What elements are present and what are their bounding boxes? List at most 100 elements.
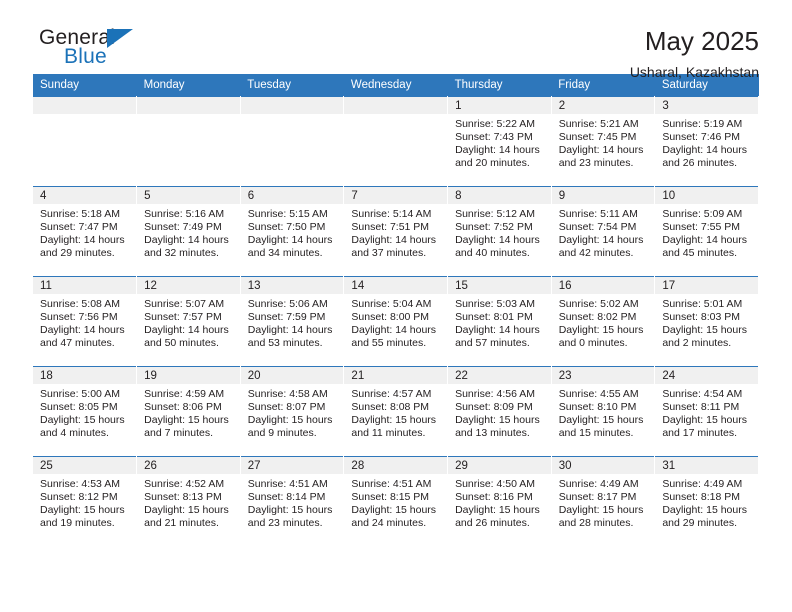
- sunset-text: Sunset: 7:50 PM: [247, 221, 326, 234]
- sunrise-text: Sunrise: 5:12 AM: [455, 208, 536, 220]
- day-cell[interactable]: 28 Sunrise: 4:51 AM Sunset: 8:15 PM Dayl…: [343, 456, 449, 547]
- sunset-text: Sunset: 8:14 PM: [247, 491, 326, 504]
- day-cell[interactable]: 8 Sunrise: 5:12 AM Sunset: 7:52 PM Dayli…: [447, 186, 552, 277]
- day-cell[interactable]: 21 Sunrise: 4:57 AM Sunset: 8:08 PM Dayl…: [343, 366, 449, 457]
- sunset-text: Sunset: 7:54 PM: [558, 221, 637, 234]
- day-cell[interactable]: 16 Sunrise: 5:02 AM Sunset: 8:02 PM Dayl…: [551, 276, 656, 367]
- day-cell[interactable]: [343, 96, 449, 187]
- day-cell[interactable]: 7 Sunrise: 5:14 AM Sunset: 7:51 PM Dayli…: [343, 186, 449, 277]
- day-cell[interactable]: 6 Sunrise: 5:15 AM Sunset: 7:50 PM Dayli…: [240, 186, 345, 277]
- day-cell[interactable]: 5 Sunrise: 5:16 AM Sunset: 7:49 PM Dayli…: [136, 186, 241, 277]
- day-number: 12: [137, 277, 240, 294]
- daylight-text-line2: and 9 minutes.: [247, 427, 317, 440]
- general-blue-logo[interactable]: General Blue: [33, 26, 213, 74]
- day-cell[interactable]: 15 Sunrise: 5:03 AM Sunset: 8:01 PM Dayl…: [447, 276, 552, 367]
- day-details: Sunrise: 5:08 AM Sunset: 7:56 PM Dayligh…: [33, 294, 136, 350]
- day-details: Sunrise: 5:01 AM Sunset: 8:03 PM Dayligh…: [655, 294, 758, 350]
- day-cell[interactable]: 14 Sunrise: 5:04 AM Sunset: 8:00 PM Dayl…: [343, 276, 449, 367]
- daylight-text-line2: and 26 minutes.: [662, 157, 738, 170]
- week-row: 25 Sunrise: 4:53 AM Sunset: 8:12 PM Dayl…: [33, 456, 759, 547]
- day-cell[interactable]: [33, 96, 138, 187]
- day-cell[interactable]: 12 Sunrise: 5:07 AM Sunset: 7:57 PM Dayl…: [136, 276, 241, 367]
- day-cell[interactable]: 26 Sunrise: 4:52 AM Sunset: 8:13 PM Dayl…: [136, 456, 241, 547]
- day-cell[interactable]: 30 Sunrise: 4:49 AM Sunset: 8:17 PM Dayl…: [551, 456, 656, 547]
- daylight-text-line2: and 7 minutes.: [144, 427, 214, 440]
- daylight-text-line2: and 42 minutes.: [558, 247, 634, 260]
- sunset-text: Sunset: 8:10 PM: [558, 401, 637, 414]
- daylight-text-line1: Daylight: 14 hours: [662, 234, 747, 247]
- day-cell[interactable]: 13 Sunrise: 5:06 AM Sunset: 7:59 PM Dayl…: [240, 276, 345, 367]
- day-number: 11: [33, 277, 137, 294]
- day-number: 5: [137, 187, 240, 204]
- sunrise-text: Sunrise: 4:49 AM: [558, 478, 639, 490]
- daylight-text-line1: Daylight: 15 hours: [40, 504, 125, 517]
- sunrise-text: Sunrise: 5:08 AM: [40, 298, 120, 310]
- day-cell[interactable]: 10 Sunrise: 5:09 AM Sunset: 7:55 PM Dayl…: [654, 186, 759, 277]
- sunrise-text: Sunrise: 5:03 AM: [455, 298, 536, 310]
- day-number: 4: [33, 187, 137, 204]
- day-cell[interactable]: 11 Sunrise: 5:08 AM Sunset: 7:56 PM Dayl…: [33, 276, 138, 367]
- daylight-text-line2: and 20 minutes.: [455, 157, 530, 170]
- calendar-page: General Blue May 2025 Usharal, Kazakhsta…: [0, 0, 792, 612]
- day-cell[interactable]: 3 Sunrise: 5:19 AM Sunset: 7:46 PM Dayli…: [654, 96, 759, 187]
- day-cell[interactable]: 20 Sunrise: 4:58 AM Sunset: 8:07 PM Dayl…: [240, 366, 345, 457]
- day-cell[interactable]: 9 Sunrise: 5:11 AM Sunset: 7:54 PM Dayli…: [551, 186, 656, 277]
- day-number: 21: [344, 367, 448, 384]
- day-number: 22: [448, 367, 551, 384]
- day-number: 24: [655, 367, 758, 384]
- page-header: General Blue May 2025 Usharal, Kazakhsta…: [33, 0, 759, 80]
- day-number: 31: [655, 457, 758, 474]
- day-details: Sunrise: 4:54 AM Sunset: 8:11 PM Dayligh…: [655, 384, 758, 440]
- day-cell[interactable]: 18 Sunrise: 5:00 AM Sunset: 8:05 PM Dayl…: [33, 366, 138, 457]
- week-row: 4 Sunrise: 5:18 AM Sunset: 7:47 PM Dayli…: [33, 186, 759, 277]
- daylight-text-line2: and 28 minutes.: [558, 517, 634, 530]
- day-number: 20: [240, 367, 344, 384]
- day-cell[interactable]: 24 Sunrise: 4:54 AM Sunset: 8:11 PM Dayl…: [654, 366, 759, 457]
- day-details: Sunrise: 5:14 AM Sunset: 7:51 PM Dayligh…: [344, 204, 447, 260]
- day-details: Sunrise: 4:58 AM Sunset: 8:07 PM Dayligh…: [241, 384, 344, 440]
- sunrise-text: Sunrise: 4:55 AM: [558, 388, 639, 400]
- day-cell[interactable]: 17 Sunrise: 5:01 AM Sunset: 8:03 PM Dayl…: [654, 276, 759, 367]
- daylight-text-line1: Daylight: 14 hours: [455, 234, 540, 247]
- day-cell[interactable]: 4 Sunrise: 5:18 AM Sunset: 7:47 PM Dayli…: [33, 186, 138, 277]
- day-cell[interactable]: 29 Sunrise: 4:50 AM Sunset: 8:16 PM Dayl…: [447, 456, 552, 547]
- calendar-body: 1 Sunrise: 5:22 AM Sunset: 7:43 PM Dayli…: [33, 96, 759, 547]
- sunrise-text: Sunrise: 5:11 AM: [558, 208, 638, 220]
- sunrise-text: Sunrise: 4:52 AM: [144, 478, 225, 490]
- day-cell[interactable]: [136, 96, 241, 187]
- daylight-text-line1: Daylight: 14 hours: [455, 144, 540, 157]
- day-details: Sunrise: 4:59 AM Sunset: 8:06 PM Dayligh…: [137, 384, 240, 440]
- day-details: Sunrise: 4:52 AM Sunset: 8:13 PM Dayligh…: [137, 474, 240, 530]
- day-number: 3: [655, 97, 758, 114]
- daylight-text-line1: Daylight: 14 hours: [247, 234, 333, 247]
- daylight-text-line1: Daylight: 14 hours: [144, 324, 229, 337]
- day-details: Sunrise: 5:22 AM Sunset: 7:43 PM Dayligh…: [448, 114, 551, 170]
- day-cell[interactable]: 19 Sunrise: 4:59 AM Sunset: 8:06 PM Dayl…: [136, 366, 241, 457]
- week-row: 11 Sunrise: 5:08 AM Sunset: 7:56 PM Dayl…: [33, 276, 759, 367]
- day-cell[interactable]: 25 Sunrise: 4:53 AM Sunset: 8:12 PM Dayl…: [33, 456, 138, 547]
- day-cell[interactable]: 23 Sunrise: 4:55 AM Sunset: 8:10 PM Dayl…: [551, 366, 656, 457]
- day-cell[interactable]: 2 Sunrise: 5:21 AM Sunset: 7:45 PM Dayli…: [551, 96, 656, 187]
- daylight-text-line1: Daylight: 15 hours: [247, 504, 333, 517]
- daylight-text-line2: and 47 minutes.: [40, 337, 115, 350]
- sunset-text: Sunset: 8:08 PM: [351, 401, 430, 414]
- daylight-text-line1: Daylight: 14 hours: [247, 324, 333, 337]
- daylight-text-line2: and 21 minutes.: [144, 517, 219, 530]
- sunset-text: Sunset: 8:11 PM: [662, 401, 740, 414]
- day-number: 17: [655, 277, 758, 294]
- day-cell[interactable]: 22 Sunrise: 4:56 AM Sunset: 8:09 PM Dayl…: [447, 366, 552, 457]
- day-number: 26: [137, 457, 240, 474]
- day-cell[interactable]: 31 Sunrise: 4:49 AM Sunset: 8:18 PM Dayl…: [654, 456, 759, 547]
- day-cell[interactable]: 27 Sunrise: 4:51 AM Sunset: 8:14 PM Dayl…: [240, 456, 345, 547]
- sunset-text: Sunset: 7:51 PM: [351, 221, 430, 234]
- day-cell[interactable]: [240, 96, 345, 187]
- daylight-text-line1: Daylight: 15 hours: [558, 504, 644, 517]
- day-cell[interactable]: 1 Sunrise: 5:22 AM Sunset: 7:43 PM Dayli…: [447, 96, 552, 187]
- daylight-text-line1: Daylight: 15 hours: [455, 504, 540, 517]
- sunset-text: Sunset: 8:13 PM: [144, 491, 222, 504]
- day-number: 10: [655, 187, 758, 204]
- day-details: Sunrise: 4:56 AM Sunset: 8:09 PM Dayligh…: [448, 384, 551, 440]
- sunrise-text: Sunrise: 4:59 AM: [144, 388, 225, 400]
- daylight-text-line2: and 29 minutes.: [40, 247, 115, 260]
- day-details: [344, 114, 447, 118]
